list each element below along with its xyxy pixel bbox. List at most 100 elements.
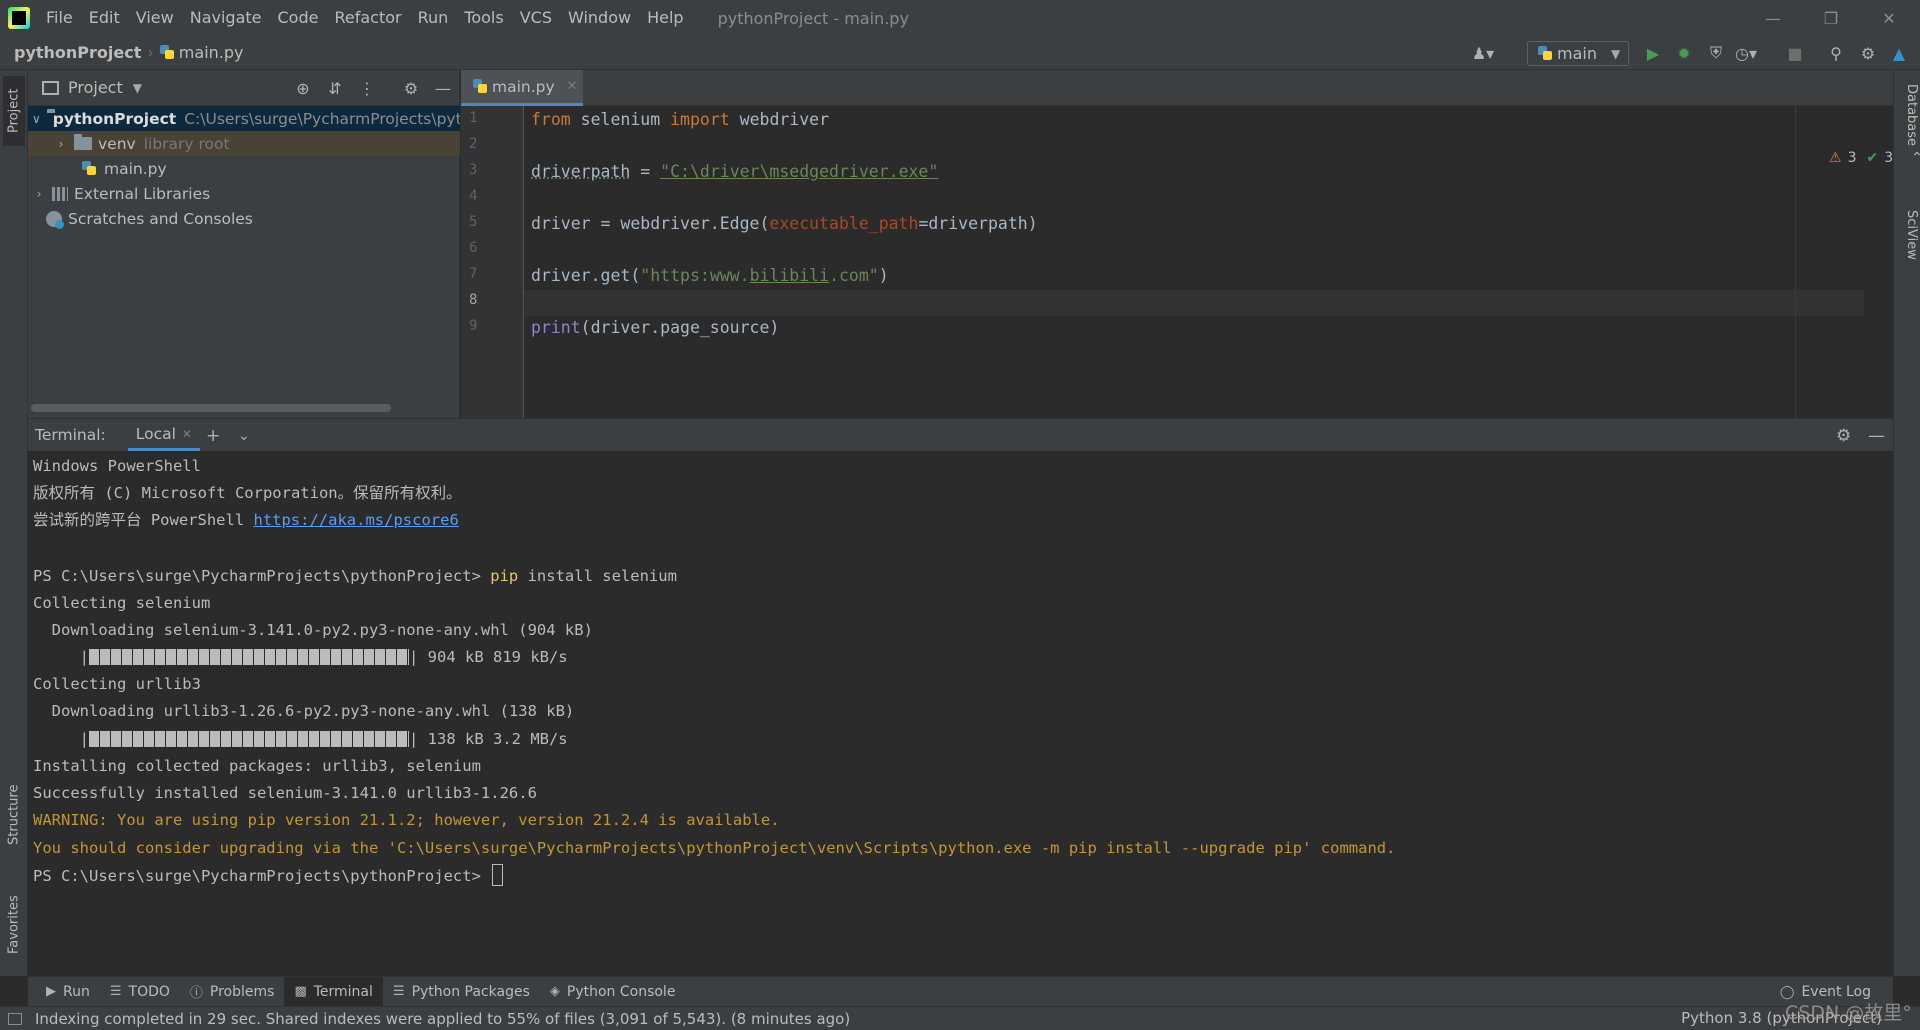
tree-item-scratches[interactable]: Scratches and Consoles [28, 206, 460, 231]
weak-warning-count: 3 [1884, 150, 1894, 166]
navigation-bar: pythonProject › main.py ♟▾ main ▼ ▶ ✹ ⛨ … [0, 36, 1920, 70]
tree-item-label: Scratches and Consoles [68, 209, 253, 228]
terminal-warning-line: WARNING: You are using pip version 21.1.… [33, 811, 780, 829]
debug-icon[interactable]: ✹ [1675, 44, 1693, 63]
run-configuration-select[interactable]: main ▼ [1527, 41, 1629, 66]
database-tool-tab[interactable]: Database [1897, 84, 1919, 184]
toggle-tool-windows-icon[interactable] [8, 1012, 22, 1025]
panel-settings-gear-icon[interactable]: ⚙ [402, 79, 420, 98]
run-icon[interactable]: ▶ [1644, 44, 1662, 63]
line-number-current: 8 [469, 292, 478, 308]
jetbrains-toolbox-icon[interactable]: ▲ [1890, 44, 1908, 63]
checkmark-icon: ✔ [1866, 150, 1879, 166]
menu-refactor[interactable]: Refactor [326, 0, 409, 36]
python-file-icon [82, 161, 96, 176]
collapse-all-icon[interactable]: ⋮ [358, 79, 376, 98]
tree-item-hint: library root [143, 134, 230, 153]
chevron-right-icon[interactable]: › [54, 137, 68, 151]
menu-edit[interactable]: Edit [81, 0, 128, 36]
project-panel-title[interactable]: Project [68, 78, 123, 97]
terminal-line: 尝试新的跨平台 PowerShell https://aka.ms/pscore… [33, 511, 459, 529]
menu-help[interactable]: Help [639, 0, 691, 36]
terminal-line: | | 904 kB 819 kB/s [33, 648, 568, 666]
chevron-down-icon: ▼ [1610, 46, 1621, 61]
tool-tab-run[interactable]: ▶ Run [36, 977, 100, 1007]
coverage-icon[interactable]: ⛨ [1707, 43, 1725, 62]
tool-tab-todo[interactable]: ☰ TODO [100, 977, 180, 1007]
code-line-7: driver.get("https:www.bilibili.com") [531, 266, 889, 285]
structure-tool-tab[interactable]: Structure [3, 770, 25, 860]
menu-window[interactable]: Window [560, 0, 639, 36]
line-number-gutter: 1 2 3 4 5 6 7 8 9 [461, 106, 524, 418]
project-tool-window: Project ▼ ⊕ ⇵ ⋮ ⚙ — ∨ pythonProject C:\U… [28, 70, 460, 418]
restore-button[interactable]: ❐ [1802, 0, 1860, 36]
hide-panel-icon[interactable]: — [434, 79, 452, 98]
python-icon [1538, 46, 1552, 61]
editor-tab-main-py[interactable]: main.py ✕ [461, 70, 583, 106]
pscore6-link[interactable]: https://aka.ms/pscore6 [253, 511, 458, 529]
tree-item-venv[interactable]: › venv library root [28, 131, 460, 156]
close-tab-icon[interactable]: ✕ [182, 427, 192, 441]
chevron-right-icon[interactable]: › [32, 187, 46, 201]
menu-code[interactable]: Code [270, 0, 327, 36]
tree-item-label: External Libraries [74, 184, 211, 203]
tool-tab-terminal[interactable]: ▩ Terminal [284, 976, 383, 1007]
terminal-settings-gear-icon[interactable]: ⚙ [1836, 426, 1851, 446]
terminal-tab-local[interactable]: Local ✕ [127, 419, 200, 451]
search-icon[interactable]: ⚲ [1827, 44, 1845, 63]
line-number: 9 [469, 318, 478, 334]
menu-run[interactable]: Run [410, 0, 457, 36]
tree-item-external-libraries[interactable]: › External Libraries [28, 181, 460, 206]
tree-item-label: pythonProject [52, 109, 177, 128]
project-tool-tab[interactable]: Project [3, 76, 25, 146]
menu-tools[interactable]: Tools [456, 0, 511, 36]
menu-navigate[interactable]: Navigate [182, 0, 270, 36]
hide-terminal-icon[interactable]: — [1868, 426, 1885, 446]
menu-file[interactable]: File [38, 0, 81, 36]
chevron-down-icon[interactable]: ⌄ [238, 428, 250, 444]
new-session-plus-icon[interactable]: + [206, 426, 220, 446]
left-tool-strip: Project Structure Favorites [0, 70, 28, 976]
terminal-cursor [492, 864, 504, 886]
chevron-down-icon[interactable]: ▼ [133, 81, 142, 95]
tool-tab-problems[interactable]: ⓘ Problems [180, 977, 285, 1007]
chevron-down-icon[interactable]: ∨ [32, 112, 41, 126]
expand-all-icon[interactable]: ⇵ [326, 79, 344, 98]
terminal-line: Successfully installed selenium-3.141.0 … [33, 784, 537, 802]
bottom-tool-bar: ▶ Run ☰ TODO ⓘ Problems ▩ Terminal ☰ Python P… [28, 976, 1893, 1007]
favorites-tool-tab[interactable]: Favorites [3, 880, 25, 970]
tool-tab-python-console[interactable]: ◈ Python Console [540, 977, 686, 1007]
tool-tab-python-packages[interactable]: ☰ Python Packages [383, 977, 540, 1007]
previous-highlight-icon[interactable]: ⌃ [1911, 150, 1920, 166]
sciview-tool-tab[interactable]: SciView [1897, 210, 1919, 310]
close-tab-icon[interactable]: ✕ [567, 79, 578, 94]
breadcrumb-file[interactable]: main.py [179, 43, 244, 62]
terminal-warning-line: You should consider upgrading via the 'C… [33, 839, 1396, 857]
project-horizontal-scrollbar[interactable] [31, 404, 391, 412]
current-line-highlight [524, 290, 1864, 316]
profile-icon[interactable]: ◷▾ [1735, 44, 1757, 63]
breadcrumb-project[interactable]: pythonProject [14, 43, 141, 62]
settings-gear-icon[interactable]: ⚙ [1859, 44, 1877, 63]
line-number: 4 [469, 188, 478, 204]
menu-vcs[interactable]: VCS [512, 0, 560, 36]
terminal-title: Terminal: [35, 426, 106, 444]
menu-view[interactable]: View [128, 0, 182, 36]
packages-icon: ☰ [392, 984, 405, 999]
locate-target-icon[interactable]: ⊕ [294, 79, 312, 98]
status-message[interactable]: Indexing completed in 29 sec. Shared ind… [35, 1010, 850, 1028]
code-area[interactable]: from selenium import webdriver driverpat… [524, 106, 1920, 418]
line-number: 2 [469, 136, 478, 152]
minimize-button[interactable]: — [1744, 0, 1802, 36]
tree-item-project-root[interactable]: ∨ pythonProject C:\Users\surge\PycharmPr… [28, 106, 460, 131]
close-button[interactable]: ✕ [1860, 0, 1918, 36]
inspection-widget[interactable]: ⚠ 3 ✔ 3 ⌃ ⌄ [1829, 150, 1920, 166]
terminal-line: Windows PowerShell [33, 457, 201, 475]
stop-icon[interactable]: ■ [1786, 44, 1804, 63]
download-progress-bar [89, 731, 409, 747]
tree-item-main-py[interactable]: main.py [28, 156, 460, 181]
line-number: 6 [469, 240, 478, 256]
user-icon[interactable]: ♟▾ [1472, 44, 1494, 63]
csdn-watermark: CSDN @故里° [1785, 1002, 1912, 1024]
line-number: 7 [469, 266, 478, 282]
